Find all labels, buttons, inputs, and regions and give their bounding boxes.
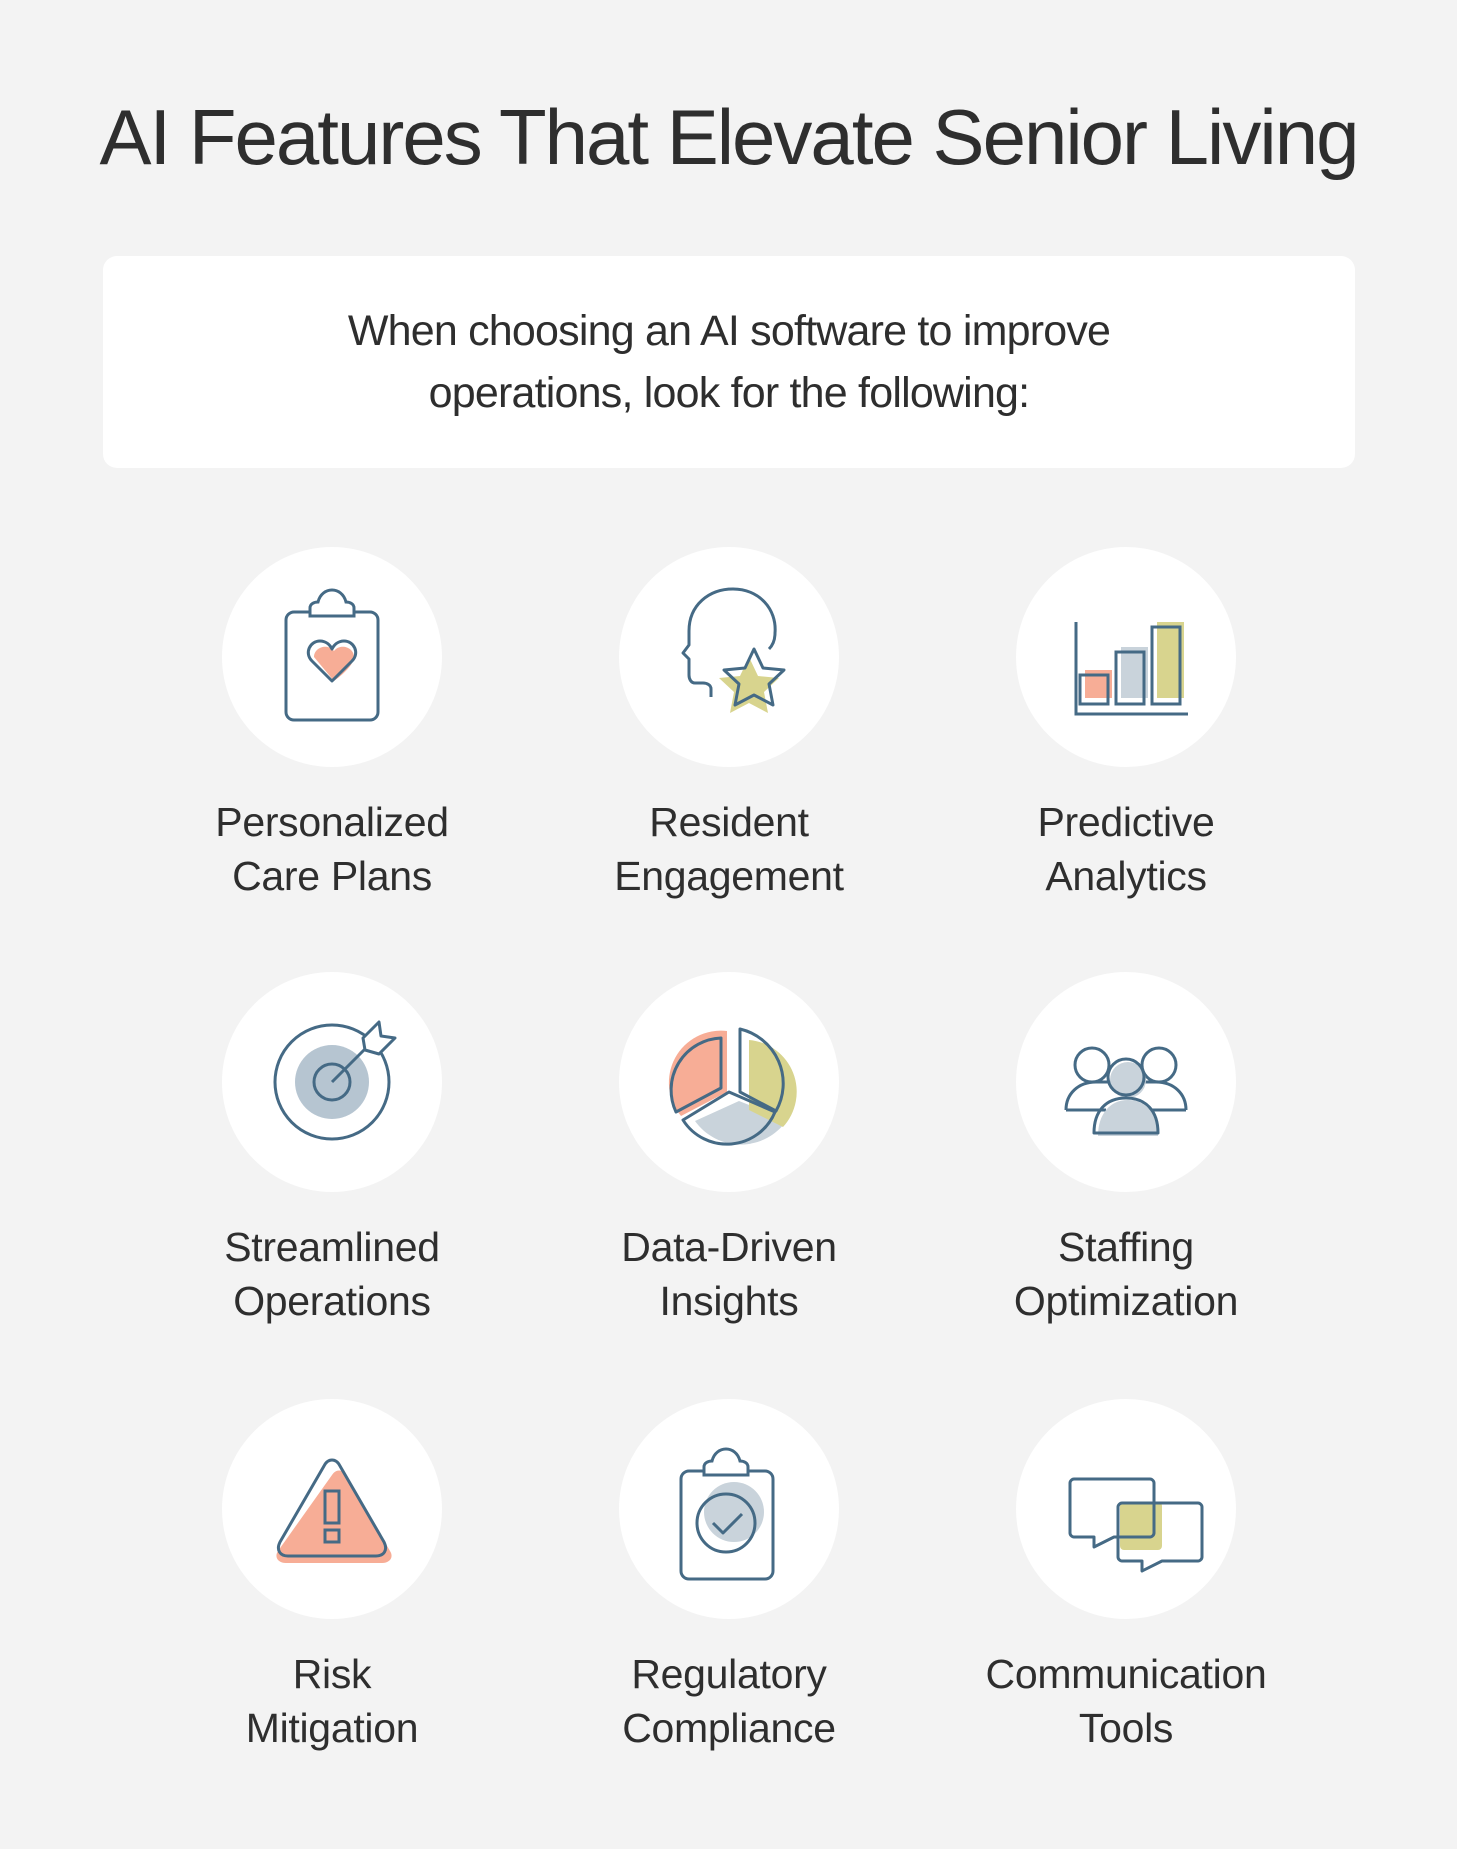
feature-label: Communication Tools [985,1651,1267,1751]
icon-circle [1016,972,1236,1192]
feature-label: Predictive Analytics [1037,799,1215,899]
chat-bubbles-icon [1068,1477,1204,1573]
icon-circle [619,1399,839,1619]
icon-circle [222,547,442,767]
feature-risk-mitigation: Risk Mitigation [142,1399,522,1755]
icon-circle [222,972,442,1192]
icon-circle [1016,1399,1236,1619]
intro-line-1: When choosing an AI software to improve [347,307,1111,355]
clipboard-check-icon [679,1447,775,1581]
feature-label: Staffing Optimization [1013,1224,1239,1324]
feature-label: Personalized Care Plans [215,799,449,899]
intro-text: When choosing an AI software to improve … [279,300,1179,424]
bar-chart-icon [1074,622,1188,716]
feature-data-driven-insights: Data-Driven Insights [539,972,919,1328]
icon-circle [619,547,839,767]
team-icon [1064,1046,1188,1136]
feature-label: Streamlined Operations [224,1224,440,1324]
intro-line-2: operations, look for the following: [428,369,1030,417]
page-title: AI Features That Elevate Senior Living [99,93,1360,181]
target-arrow-icon [273,1020,397,1141]
feature-predictive-analytics: Predictive Analytics [936,547,1316,903]
pie-chart-icon [668,1027,797,1146]
feature-resident-engagement: Resident Engagement [539,547,919,903]
feature-label: Regulatory Compliance [622,1651,836,1751]
feature-label: Resident Engagement [614,799,844,899]
feature-personalized-care-plans: Personalized Care Plans [142,547,522,903]
icon-circle [619,972,839,1192]
feature-regulatory-compliance: Regulatory Compliance [539,1399,919,1755]
icon-circle [222,1399,442,1619]
clipboard-heart-icon [284,588,380,722]
feature-label: Data-Driven Insights [621,1224,837,1324]
warning-triangle-icon [276,1458,392,1563]
feature-label: Risk Mitigation [245,1651,419,1751]
intro-card: When choosing an AI software to improve … [103,256,1355,468]
feature-communication-tools: Communication Tools [936,1399,1316,1755]
feature-streamlined-operations: Streamlined Operations [142,972,522,1328]
icon-circle [1016,547,1236,767]
head-star-icon [681,587,786,713]
feature-staffing-optimization: Staffing Optimization [936,972,1316,1328]
